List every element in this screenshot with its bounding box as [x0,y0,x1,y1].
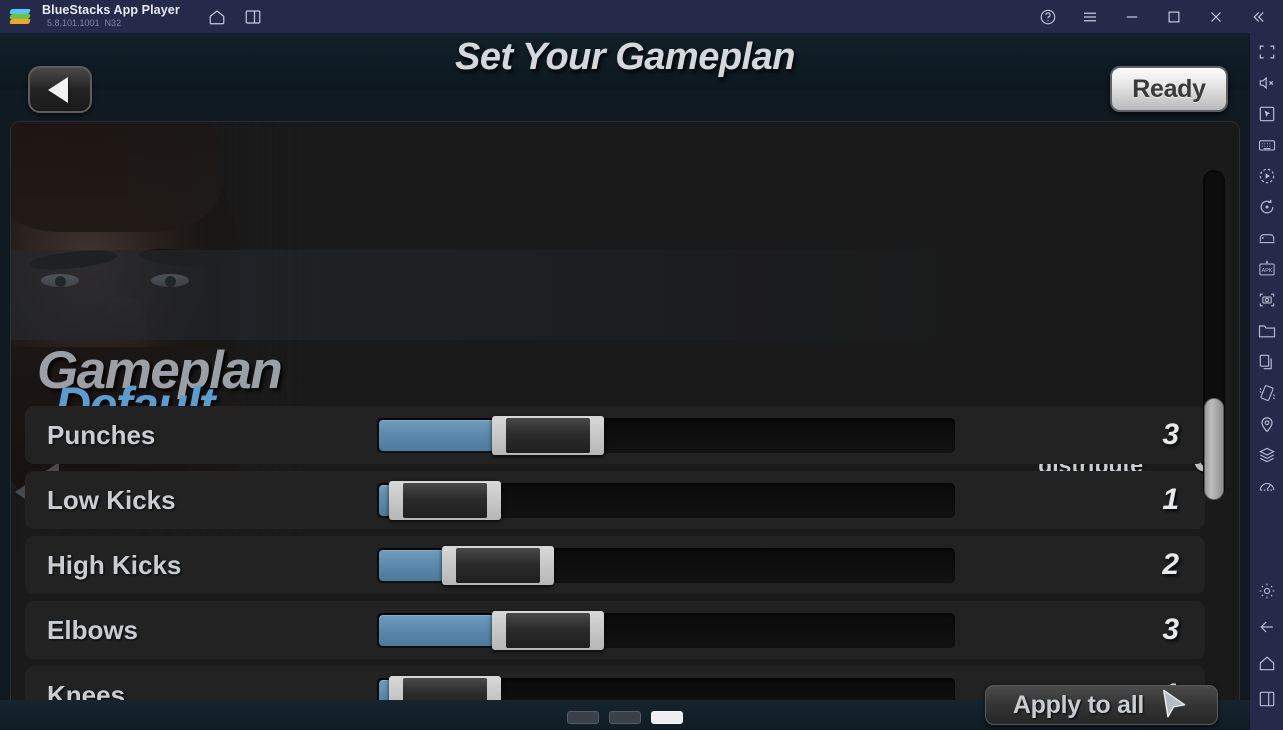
gameplan-panel: Gameplan Default Standing Attack Focus L… [10,121,1240,730]
app-identity: BlueStacks App Player 5.8.101.1001 N32 [42,4,180,29]
bluestacks-sidebar: APK [1250,33,1283,730]
bluestacks-window: BlueStacks App Player 5.8.101.1001 N32 S… [0,0,1283,730]
list-scrollbar[interactable] [1203,170,1225,500]
copy-icon[interactable] [1256,351,1278,373]
back-button[interactable] [28,66,92,113]
collapse-icon[interactable] [1249,8,1267,26]
slider-knob[interactable] [442,545,554,585]
home-icon[interactable] [1256,652,1278,674]
page-indicator-dot[interactable] [651,711,683,724]
folder-icon[interactable] [1256,320,1278,342]
menu-icon[interactable] [1081,8,1099,26]
maximize-icon[interactable] [1165,8,1183,26]
titlebar-right-icons [1039,8,1267,26]
table-row: Low Kicks 1 [25,471,1205,529]
attribute-rows: Punches 3 Low Kicks 1 High Kicks 2 Elbows 3 Knee… [25,406,1205,730]
table-row: Punches 3 [25,406,1205,464]
keyboard-icon[interactable] [1256,134,1278,156]
help-icon[interactable] [1039,8,1057,26]
title-bar: BlueStacks App Player 5.8.101.1001 N32 [0,0,1283,33]
slider-fill [379,614,494,646]
back-arrow-icon [48,76,68,103]
row-label: Punches [47,419,156,450]
app-version: 5.8.101.1001 N32 [42,19,180,28]
multi-instance-icon[interactable] [244,8,262,26]
back-icon[interactable] [1256,616,1278,638]
table-row: Elbows 3 [25,601,1205,659]
gameplan-banner [11,250,1239,340]
row-value: 3 [1162,613,1179,646]
bluestacks-logo-icon [9,7,31,27]
apply-to-all-button[interactable]: Apply to all [985,685,1218,725]
sidebar-bottom-group [1256,580,1278,730]
version-number: 5.8.101.1001 [47,18,100,29]
slider-knob[interactable] [492,415,604,455]
row-slider[interactable] [377,415,955,455]
row-label: High Kicks [47,549,182,580]
ready-button[interactable]: Ready [1110,66,1228,112]
list-scrollbar-thumb[interactable] [1204,398,1224,500]
macro-play-icon[interactable] [1256,165,1278,187]
row-value: 2 [1162,548,1179,581]
recents-icon[interactable] [1256,688,1278,710]
slider-knob[interactable] [389,480,501,520]
slider-fill [379,549,444,581]
page-indicator-dot[interactable] [567,711,599,724]
gamepad-icon[interactable] [1256,227,1278,249]
gear-icon[interactable] [1256,580,1278,602]
game-viewport: Set Your Gameplan Ready Gameplan Default… [0,33,1250,730]
page-indicator-dot[interactable] [609,711,641,724]
page-title: Set Your Gameplan [455,36,795,78]
location-icon[interactable] [1256,413,1278,435]
home-icon[interactable] [208,8,226,26]
row-slider[interactable] [377,480,955,520]
cursor-icon[interactable] [1256,103,1278,125]
svg-text:APK: APK [1261,268,1272,274]
shake-icon[interactable] [1256,382,1278,404]
row-slider[interactable] [377,545,955,585]
multi-instance-manager-icon[interactable] [1256,444,1278,466]
screenshot-icon[interactable] [1256,289,1278,311]
slider-fill [379,419,494,451]
titlebar-left-icons [208,8,262,26]
app-title: BlueStacks App Player [42,3,180,18]
row-value: 3 [1162,418,1179,451]
minimize-icon[interactable] [1123,8,1141,26]
table-row: High Kicks 2 [25,536,1205,594]
row-label: Elbows [47,614,139,645]
row-value: 1 [1162,483,1179,516]
ready-button-label: Ready [1132,74,1206,103]
mute-icon[interactable] [1256,72,1278,94]
fullscreen-icon[interactable] [1256,41,1278,63]
meter-icon[interactable] [1256,475,1278,497]
cursor-icon [1163,689,1186,718]
apply-to-all-label: Apply to all [1012,690,1145,719]
row-label: Low Kicks [47,484,176,515]
build-number: N32 [104,18,122,29]
apk-install-icon[interactable]: APK [1256,258,1278,280]
rotate-icon[interactable] [1256,196,1278,218]
close-icon[interactable] [1207,8,1225,26]
slider-knob[interactable] [492,610,604,650]
row-slider[interactable] [377,610,955,650]
